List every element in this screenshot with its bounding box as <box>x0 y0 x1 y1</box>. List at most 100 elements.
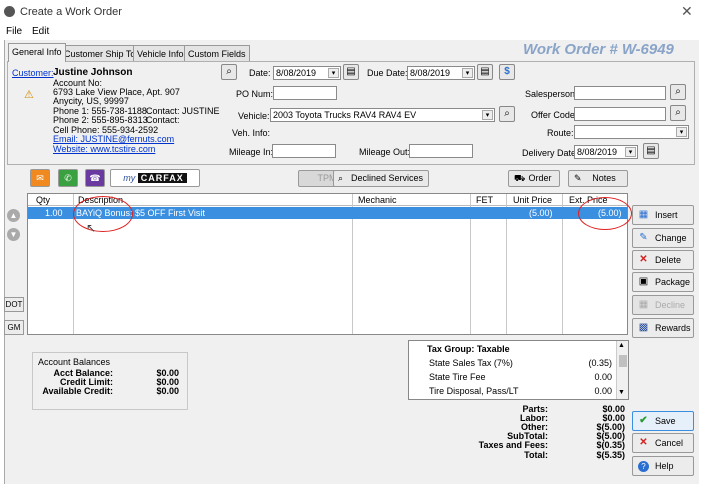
dot-button[interactable]: DOT <box>4 297 24 312</box>
address-line-2: Anycity, US, 99997 <box>53 96 129 106</box>
help-button[interactable]: ? Help <box>632 456 694 476</box>
menu-bar: File Edit <box>0 24 701 40</box>
row-unit-price: (5.00) <box>529 208 553 218</box>
move-down-icon[interactable]: ▼ <box>7 228 20 241</box>
col-unit-price[interactable]: Unit Price <box>513 195 552 205</box>
route-label: Route: <box>547 128 574 138</box>
checkmark-icon: ✔ <box>639 415 648 426</box>
phone-icon[interactable]: ☎ <box>85 169 105 187</box>
vehicle-label: Vehicle: <box>238 111 270 121</box>
chevron-down-icon[interactable]: ▾ <box>676 127 687 137</box>
notes-button[interactable]: ✎ Notes <box>568 170 628 187</box>
change-button[interactable]: ✎ Change <box>632 228 694 248</box>
tax-scrollbar[interactable]: ▲ ▼ <box>616 341 628 399</box>
email-link[interactable]: Email: JUSTINE@fernuts.com <box>53 134 174 144</box>
declined-services-button[interactable]: ⌕ Declined Services <box>333 170 429 187</box>
row-qty: 1.00 <box>45 208 63 218</box>
rewards-icon: ▩ <box>638 322 649 333</box>
customer-link[interactable]: Customer: <box>12 68 54 78</box>
gm-button[interactable]: GM <box>4 320 24 335</box>
delivery-date-field[interactable]: 8/08/2019 ▾ <box>574 145 638 159</box>
decline-button[interactable]: ▦ Decline <box>632 295 694 315</box>
tab-customer-ship-to[interactable]: Customer Ship To <box>60 45 140 62</box>
col-fet[interactable]: FET <box>476 195 493 205</box>
tab-general-info[interactable]: General Info <box>8 43 66 62</box>
highlight-circle-description <box>73 196 133 232</box>
menu-edit[interactable]: Edit <box>32 26 49 37</box>
menu-file[interactable]: File <box>6 26 22 37</box>
date-calendar-button[interactable]: ▤ <box>343 64 359 80</box>
available-credit-label: Available Credit: <box>42 386 113 396</box>
app-icon <box>4 6 15 17</box>
available-credit-value: $0.00 <box>156 386 179 396</box>
due-date-calendar-button[interactable]: ▤ <box>477 64 493 80</box>
highlight-circle-ext-price <box>578 197 632 230</box>
truck-icon: ⛟ <box>514 173 526 183</box>
dollar-icon[interactable]: $ <box>499 64 515 80</box>
work-order-title: Work Order # W-6949 <box>523 41 674 58</box>
package-button[interactable]: ▣ Package <box>632 272 694 292</box>
mileage-out-field[interactable] <box>409 144 473 158</box>
pencil-icon: ✎ <box>574 173 582 183</box>
offer-code-label: Offer Code: <box>531 110 578 120</box>
total-label: Taxes and Fees: <box>478 440 548 450</box>
chevron-up-icon[interactable]: ▲ <box>618 342 625 349</box>
website-link[interactable]: Website: www.tcstire.com <box>53 144 155 154</box>
carfax-logo: CARFAX <box>137 173 187 183</box>
warning-icon: ⚠ <box>24 89 34 101</box>
cursor-icon: ↖ <box>86 221 97 235</box>
help-icon: ? <box>638 461 649 472</box>
cancel-button[interactable]: ✕ Cancel <box>632 433 694 453</box>
chevron-down-icon[interactable]: ▼ <box>618 389 625 396</box>
date-field[interactable]: 8/08/2019 ▾ <box>273 66 341 80</box>
customer-name: Justine Johnson <box>53 67 133 78</box>
offer-code-search-button[interactable]: ⌕ <box>670 105 686 121</box>
move-up-icon[interactable]: ▲ <box>7 209 20 222</box>
save-button[interactable]: ✔ Save <box>632 411 694 431</box>
vehicle-field[interactable]: 2003 Toyota Trucks RAV4 RAV4 EV ▾ <box>270 108 495 122</box>
scrollbar-thumb[interactable] <box>619 355 627 367</box>
close-icon[interactable]: ✕ <box>681 3 693 20</box>
calendar-dropdown-icon[interactable]: ▾ <box>462 68 473 78</box>
carfax-button[interactable]: my CARFAX <box>110 169 200 187</box>
mileage-in-field[interactable] <box>272 144 336 158</box>
due-date-label: Due Date: <box>367 68 408 78</box>
tax-row-label: State Tire Fee <box>429 372 486 382</box>
route-field[interactable]: ▾ <box>574 125 689 139</box>
col-mechanic[interactable]: Mechanic <box>358 195 397 205</box>
title-bar: Create a Work Order ✕ <box>0 0 701 24</box>
delete-button[interactable]: ✕ Delete <box>632 250 694 270</box>
due-date-field[interactable]: 8/08/2019 ▾ <box>407 66 475 80</box>
insert-button[interactable]: ▦ Insert <box>632 205 694 225</box>
po-num-label: PO Num: <box>236 89 274 99</box>
close-icon: ✕ <box>639 437 648 448</box>
delivery-calendar-button[interactable]: ▤ <box>643 143 659 159</box>
salesperson-field[interactable] <box>574 86 666 100</box>
tax-row-value: 0.00 <box>594 372 612 382</box>
calendar-dropdown-icon[interactable]: ▾ <box>625 147 636 157</box>
chevron-down-icon[interactable]: ▾ <box>482 110 493 120</box>
rewards-button[interactable]: ▩ Rewards <box>632 318 694 338</box>
tab-vehicle-info[interactable]: Vehicle Info <box>133 45 188 62</box>
account-balances-title: Account Balances <box>38 357 111 367</box>
delete-icon: ✕ <box>639 254 648 265</box>
offer-code-field[interactable] <box>574 107 666 121</box>
insert-icon: ▦ <box>638 209 649 220</box>
po-num-field[interactable] <box>273 86 337 100</box>
tab-custom-fields[interactable]: Custom Fields <box>184 45 250 62</box>
contact-2: Contact: <box>146 115 180 125</box>
phone-2: Phone 2: 555-895-8313 <box>53 115 148 125</box>
col-qty[interactable]: Qty <box>36 195 50 205</box>
tax-panel[interactable]: Tax Group: Taxable State Sales Tax (7%) … <box>408 340 629 400</box>
tax-row-value: 0.00 <box>594 386 612 396</box>
salesperson-search-button[interactable]: ⌕ <box>670 84 686 100</box>
tax-row-label: Tire Disposal, Pass/LT <box>429 386 519 396</box>
mileage-in-label: Mileage In: <box>229 147 274 157</box>
chat-icon[interactable]: ✆ <box>58 169 78 187</box>
search-icon: ⌕ <box>338 173 344 183</box>
message-icon[interactable]: ✉ <box>30 169 50 187</box>
vehicle-search-button[interactable]: ⌕ <box>499 106 515 122</box>
calendar-dropdown-icon[interactable]: ▾ <box>328 68 339 78</box>
order-button[interactable]: ⛟ Order <box>508 170 560 187</box>
customer-search-button[interactable]: ⌕ <box>221 64 237 80</box>
